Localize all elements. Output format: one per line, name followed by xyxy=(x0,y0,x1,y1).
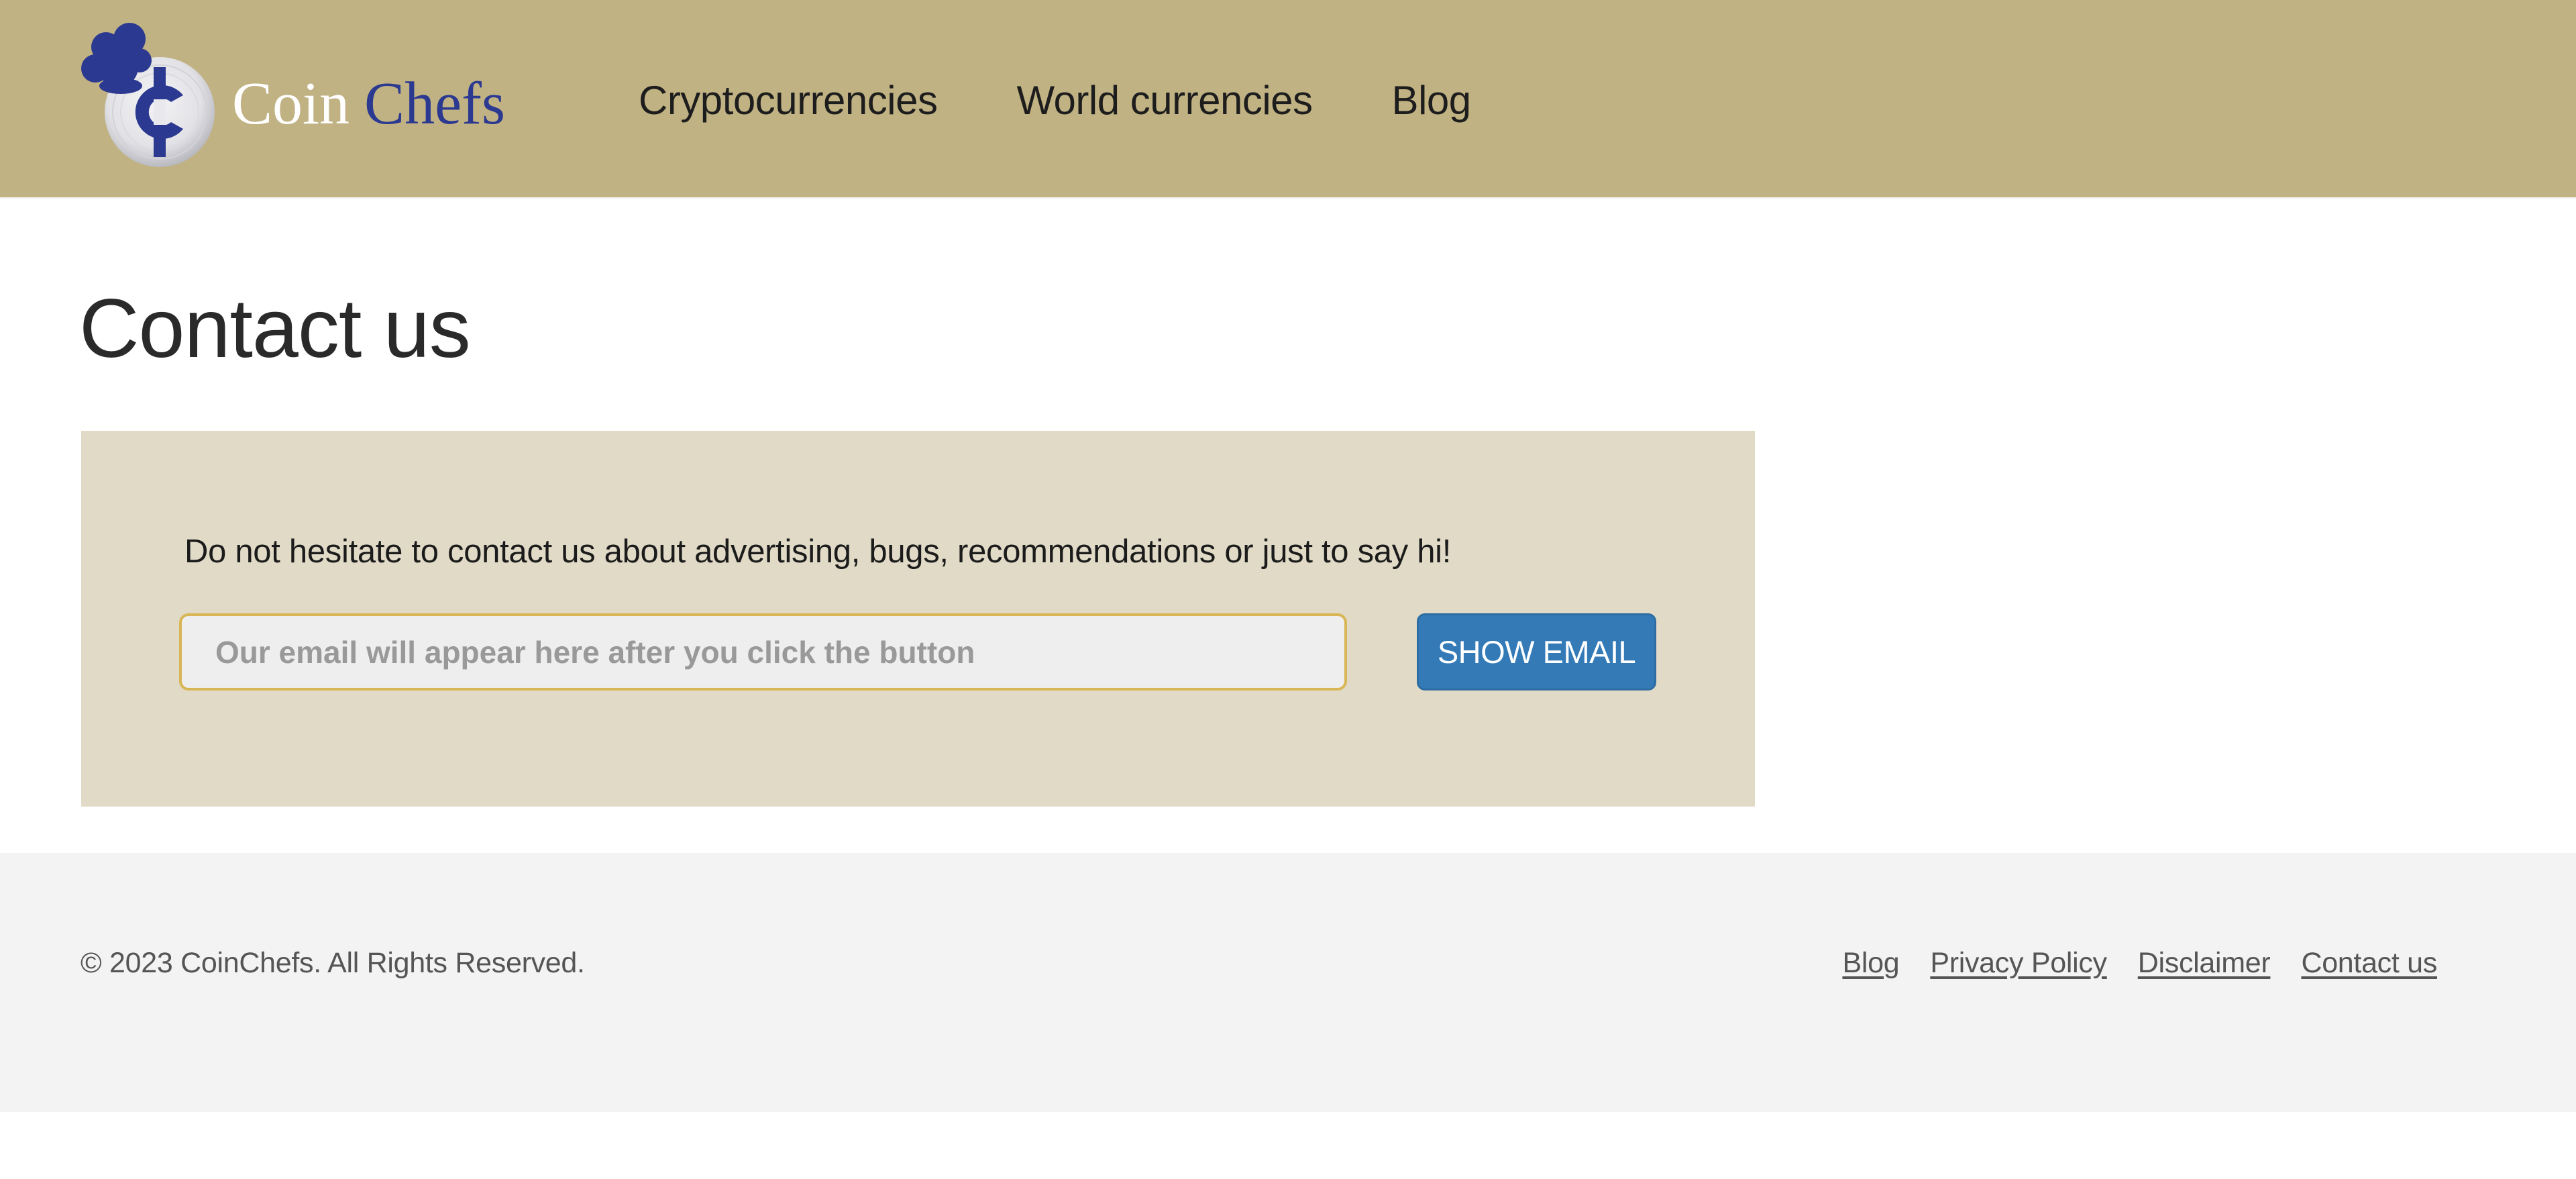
page-title: Contact us xyxy=(79,283,471,375)
footer-link-contact-us[interactable]: Contact us xyxy=(2301,944,2437,982)
site-footer: © 2023 CoinChefs. All Rights Reserved. B… xyxy=(0,853,2576,1112)
footer-link-disclaimer[interactable]: Disclaimer xyxy=(2138,944,2271,982)
main-nav: Cryptocurrencies World currencies Blog xyxy=(639,74,1471,127)
footer-links: Blog Privacy Policy Disclaimer Contact u… xyxy=(1842,944,2437,982)
copyright-text: © 2023 CoinChefs. All Rights Reserved. xyxy=(80,947,585,979)
footer-link-privacy-policy[interactable]: Privacy Policy xyxy=(1930,944,2107,982)
email-display-field[interactable] xyxy=(179,613,1347,690)
chef-hat-coin-icon xyxy=(81,23,215,167)
logo-word-chefs: Chefs xyxy=(364,70,506,137)
contact-panel: Do not hesitate to contact us about adve… xyxy=(81,431,1755,807)
nav-world-currencies[interactable]: World currencies xyxy=(1017,74,1313,127)
nav-blog[interactable]: Blog xyxy=(1392,74,1472,127)
nav-cryptocurrencies[interactable]: Cryptocurrencies xyxy=(639,74,938,127)
site-logo[interactable]: Coin Chefs xyxy=(79,20,522,171)
contact-intro-text: Do not hesitate to contact us about adve… xyxy=(184,533,1452,570)
logo-wordmark: Coin Chefs xyxy=(232,74,505,134)
footer-link-blog[interactable]: Blog xyxy=(1842,944,1899,982)
site-header: Coin Chefs Cryptocurrencies World currenc… xyxy=(0,0,2576,197)
show-email-button[interactable]: SHOW EMAIL xyxy=(1417,613,1656,690)
logo-word-coin: Coin xyxy=(232,70,350,137)
